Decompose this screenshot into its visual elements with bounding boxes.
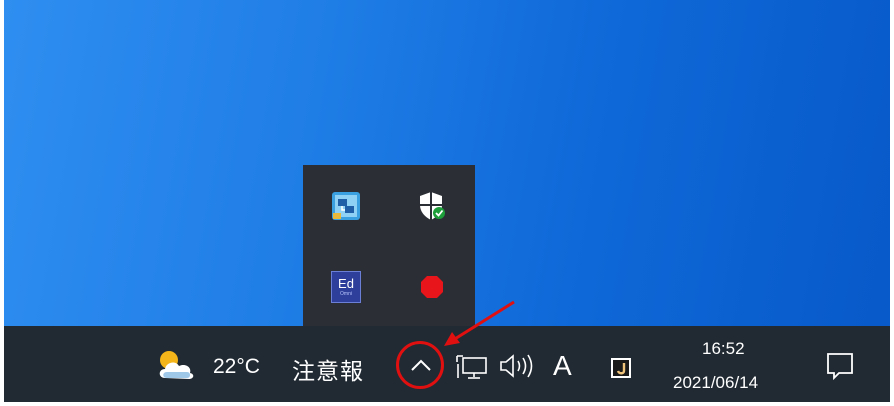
windows-security-icon[interactable] [389,165,475,246]
j-app-icon[interactable] [609,356,633,380]
network-map-app-icon[interactable] [303,165,389,246]
action-center-icon[interactable] [823,350,857,382]
network-monitor-icon[interactable] [455,352,489,380]
ed-app-icon[interactable]: Ed Omni [303,246,389,327]
clock-time[interactable]: 16:52 [702,339,745,359]
bottom-border [0,402,894,406]
weather-alert[interactable]: 注意報 [292,352,364,386]
clock-date[interactable]: 2021/06/14 [673,373,758,393]
ed-app-label: Ed [338,275,354,291]
ime-mode-indicator[interactable]: A [553,350,572,382]
speaker-icon[interactable] [498,352,538,380]
annotation-arrow-icon [444,300,515,346]
weather-temperature[interactable]: 22°C [213,355,260,379]
cloud-sun-icon[interactable] [155,348,197,382]
ed-app-sublabel: Omni [340,290,352,297]
